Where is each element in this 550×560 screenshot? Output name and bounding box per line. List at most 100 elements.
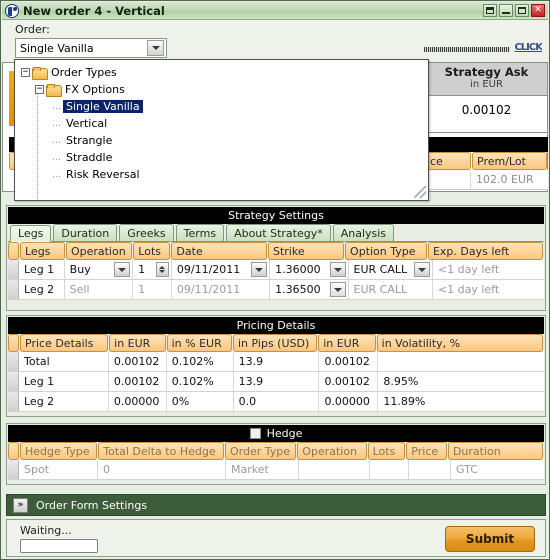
tab-duration[interactable]: Duration: [53, 224, 118, 241]
leg1-operation[interactable]: Buy: [65, 260, 134, 279]
chevron-down-icon[interactable]: [251, 262, 268, 277]
hedge-col-operation[interactable]: Operation: [297, 442, 367, 460]
tree-root-label: Order Types: [51, 66, 117, 79]
table-row[interactable]: Spot 0 Market GTC: [8, 460, 544, 480]
window-titlebar: New order 4 - Vertical ✕: [2, 2, 548, 20]
tree-leaf-connector: …: [52, 169, 61, 180]
hedge-order-type-value: Market: [226, 460, 299, 479]
hedge-duration-value: GTC: [456, 463, 478, 476]
tab-about-strategy[interactable]: About Strategy*: [226, 224, 331, 241]
legs-col-date[interactable]: Date: [171, 242, 267, 260]
footer-bar: Waiting... Submit: [6, 519, 546, 557]
pricing-leg1-name: Leg 1: [19, 372, 109, 391]
legs-col-exp-days-left[interactable]: Exp. Days left: [427, 242, 543, 260]
pricing-leg2-in-pips-usd: 0.0: [234, 392, 320, 411]
collapse-icon[interactable]: −: [35, 85, 44, 94]
pricing-leg1-in-volatility: 8.95%: [383, 375, 419, 388]
leg2-strike[interactable]: 1.36500: [270, 280, 349, 299]
table-row[interactable]: Leg 1 Buy 1 09/11/2011 1.36000 EUR CALL …: [8, 260, 544, 280]
tab-analysis[interactable]: Analysis: [332, 224, 395, 241]
pricing-grid: Price Details in EUR in % EUR in Pips (U…: [8, 334, 544, 412]
table-row[interactable]: Leg 2 0.00000 0% 0.0 0.00000 11.89%: [8, 392, 544, 412]
hedge-grid: Hedge Type Total Delta to Hedge Order Ty…: [8, 442, 544, 480]
order-selector-area: Order: Single Vanilla CLICK: [2, 20, 548, 62]
hedge-price-value: [409, 460, 451, 479]
pricing-leg2-in-volatility: 11.89%: [383, 395, 426, 408]
hedge-type-value: Spot: [19, 460, 98, 479]
pricing-col-price-details[interactable]: Price Details: [20, 334, 109, 352]
chevron-down-icon[interactable]: [114, 262, 131, 277]
tab-legs[interactable]: Legs: [10, 225, 52, 242]
leg1-option-type[interactable]: EUR CALL: [349, 260, 433, 279]
hedge-col-lots[interactable]: Lots: [367, 442, 406, 460]
hedge-col-hedge-type[interactable]: Hedge Type: [20, 442, 98, 460]
pricing-total-in-pct-eur: 0.102%: [167, 352, 234, 371]
table-row[interactable]: Leg 2 Sell 1 09/11/2011 1.36500 EUR CALL…: [8, 280, 544, 300]
legs-col-lots[interactable]: Lots: [133, 242, 171, 260]
tree-leaf-connector: …: [52, 118, 61, 129]
strategy-ask-title: Strategy Ask: [444, 65, 529, 79]
legs-col-operation[interactable]: Operation: [65, 242, 133, 260]
hedge-checkbox[interactable]: [249, 428, 261, 439]
pricing-col-in-volatility[interactable]: in Volatility, %: [376, 334, 543, 352]
tree-item-strangle[interactable]: … Strangle: [15, 132, 428, 149]
tree-item-vertical[interactable]: … Vertical: [15, 115, 428, 132]
expand-icon[interactable]: »: [13, 497, 28, 513]
row-selector[interactable]: [8, 460, 19, 479]
tab-greeks[interactable]: Greeks: [119, 224, 174, 241]
row-selector[interactable]: [8, 260, 19, 279]
chevron-down-icon[interactable]: [413, 262, 430, 277]
tree-node-order-types[interactable]: − Order Types: [15, 64, 428, 81]
row-selector[interactable]: [8, 372, 19, 391]
hedge-col-stub: [8, 442, 19, 460]
folder-icon: [46, 83, 62, 97]
strategy-ask-subtitle: in EUR: [470, 79, 503, 90]
legs-col-option-type[interactable]: Option Type: [345, 242, 427, 260]
table-row[interactable]: Total 0.00102 0.102% 13.9 0.00102: [8, 352, 544, 372]
leg1-strike-value: 1.36000: [275, 263, 321, 276]
hedge-title: Hedge: [266, 427, 303, 440]
row-selector[interactable]: [8, 280, 19, 299]
hedge-col-order-type[interactable]: Order Type: [224, 442, 297, 460]
tree-item-straddle[interactable]: … Straddle: [15, 149, 428, 166]
legs-grid-header: Legs Operation Lots Date Strike Option T…: [8, 242, 544, 260]
chevron-down-icon[interactable]: [329, 282, 346, 297]
leg1-date[interactable]: 09/11/2011: [172, 260, 271, 279]
order-form-settings-bar[interactable]: » Order Form Settings: [6, 494, 546, 516]
hedge-col-price[interactable]: Price: [406, 442, 447, 460]
leg1-lots-value: 1: [138, 263, 146, 276]
maximize-button[interactable]: [515, 4, 529, 17]
pricing-col-in-pct-eur[interactable]: in % EUR: [166, 334, 232, 352]
spinner-icon[interactable]: [155, 262, 169, 277]
row-selector[interactable]: [8, 392, 19, 411]
resize-grip[interactable]: [414, 186, 426, 198]
tree-item-risk-reversal[interactable]: … Risk Reversal: [15, 166, 428, 183]
shade-button[interactable]: [483, 4, 497, 17]
pricing-col-in-eur-2[interactable]: in EUR: [318, 334, 376, 352]
hedge-col-duration[interactable]: Duration: [447, 442, 543, 460]
hedge-col-total-delta[interactable]: Total Delta to Hedge: [98, 442, 224, 460]
chevron-down-icon[interactable]: [147, 40, 164, 56]
tree-item-single-vanilla[interactable]: … Single Vanilla: [15, 98, 428, 115]
shade-icon: [486, 7, 494, 14]
close-button[interactable]: ✕: [531, 4, 545, 17]
order-type-combobox[interactable]: Single Vanilla: [15, 38, 167, 58]
minimize-button[interactable]: [499, 4, 513, 17]
pricing-total-in-pips-usd: 13.9: [234, 352, 320, 371]
order-type-tree-popup[interactable]: − Order Types − FX Options … Single Vani…: [14, 59, 429, 201]
legs-col-strike[interactable]: Strike: [267, 242, 345, 260]
leg1-lots[interactable]: 1: [133, 260, 172, 279]
legs-col-legs[interactable]: Legs: [20, 242, 65, 260]
maximize-icon: [518, 7, 526, 14]
collapse-icon[interactable]: −: [21, 68, 30, 77]
tree-node-fx-options[interactable]: − FX Options: [15, 81, 428, 98]
submit-button[interactable]: Submit: [445, 526, 535, 552]
tab-terms[interactable]: Terms: [175, 224, 225, 241]
leg1-strike[interactable]: 1.36000: [270, 260, 349, 279]
row-selector[interactable]: [8, 352, 19, 371]
chevron-down-icon[interactable]: [329, 262, 346, 277]
hedge-total-delta-value: 0: [98, 460, 226, 479]
pricing-col-in-pips-usd[interactable]: in Pips (USD): [233, 334, 318, 352]
table-row[interactable]: Leg 1 0.00102 0.102% 13.9 0.00102 8.95%: [8, 372, 544, 392]
pricing-col-in-eur[interactable]: in EUR: [109, 334, 166, 352]
